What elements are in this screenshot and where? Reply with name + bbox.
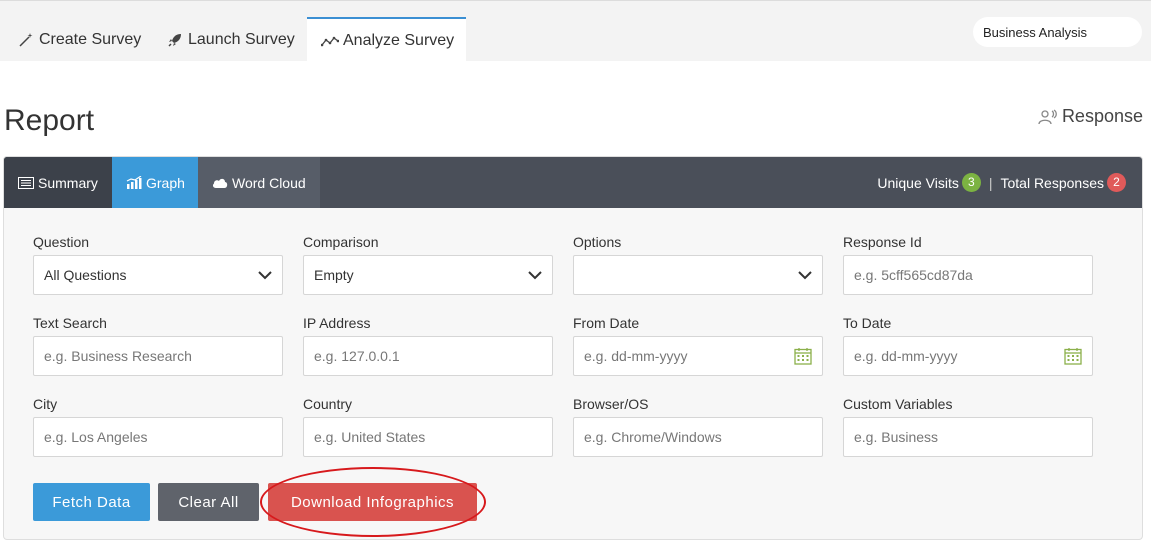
tab-analyze-survey-label: Analyze Survey bbox=[343, 31, 455, 49]
top-nav-bar: Create Survey Launch Survey Analyze Surv… bbox=[0, 0, 1151, 62]
browser-os-label: Browser/OS bbox=[573, 396, 649, 412]
from-date-label: From Date bbox=[573, 315, 640, 331]
to-date-label: To Date bbox=[843, 315, 892, 331]
response-link[interactable]: Response bbox=[1038, 106, 1143, 127]
stats-summary: Unique Visits 3 | Total Responses 2 bbox=[877, 157, 1126, 208]
comparison-value: Empty bbox=[314, 267, 354, 283]
total-responses-badge: 2 bbox=[1107, 173, 1126, 192]
city-label: City bbox=[33, 396, 58, 412]
from-date-placeholder: e.g. dd-mm-yyyy bbox=[584, 348, 688, 364]
users-icon bbox=[1038, 108, 1058, 125]
options-label: Options bbox=[573, 234, 622, 250]
chevron-down-icon bbox=[528, 270, 542, 280]
response-link-label: Response bbox=[1061, 106, 1143, 126]
tab-summary-label: Summary bbox=[38, 174, 98, 191]
response-id-input[interactable]: e.g. 5cff565cd87da bbox=[843, 255, 1093, 295]
tab-graph-label: Graph bbox=[146, 174, 185, 191]
cloud-icon bbox=[212, 177, 228, 189]
clear-all-button[interactable]: Clear All bbox=[158, 483, 259, 521]
tab-word-cloud[interactable]: Word Cloud bbox=[198, 157, 320, 208]
ip-address-filter: IP Address e.g. 127.0.0.1 bbox=[303, 315, 553, 376]
magic-wand-icon bbox=[17, 31, 35, 49]
comparison-select[interactable]: Empty bbox=[303, 255, 553, 295]
custom-variables-placeholder: e.g. Business bbox=[854, 429, 939, 445]
comparison-filter: Comparison Empty bbox=[303, 234, 553, 295]
text-search-input[interactable]: e.g. Business Research bbox=[33, 336, 283, 376]
tab-analyze-survey[interactable]: Analyze Survey bbox=[307, 17, 466, 62]
list-icon bbox=[18, 176, 34, 189]
tab-launch-survey-label: Launch Survey bbox=[188, 30, 295, 48]
city-input[interactable]: e.g. Los Angeles bbox=[33, 417, 283, 457]
text-search-label: Text Search bbox=[33, 315, 107, 331]
project-selector[interactable]: Business Analysis bbox=[973, 17, 1142, 47]
fetch-data-button[interactable]: Fetch Data bbox=[33, 483, 150, 521]
page-title: Report bbox=[4, 104, 95, 137]
custom-variables-input[interactable]: e.g. Business bbox=[843, 417, 1093, 457]
unique-visits-label: Unique Visits bbox=[877, 174, 959, 191]
country-label: Country bbox=[303, 396, 353, 412]
tab-create-survey[interactable]: Create Survey bbox=[17, 17, 141, 62]
ip-address-label: IP Address bbox=[303, 315, 371, 331]
from-date-filter: From Date e.g. dd-mm-yyyy bbox=[573, 315, 823, 376]
ip-address-placeholder: e.g. 127.0.0.1 bbox=[314, 348, 400, 364]
tab-create-survey-label: Create Survey bbox=[39, 30, 142, 48]
country-placeholder: e.g. United States bbox=[314, 429, 426, 445]
text-search-filter: Text Search e.g. Business Research bbox=[33, 315, 283, 376]
question-label: Question bbox=[33, 234, 90, 250]
response-id-placeholder: e.g. 5cff565cd87da bbox=[854, 267, 973, 283]
to-date-placeholder: e.g. dd-mm-yyyy bbox=[854, 348, 958, 364]
total-responses-label: Total Responses bbox=[1000, 174, 1104, 191]
tab-word-cloud-label: Word Cloud bbox=[232, 174, 306, 191]
to-date-input[interactable]: e.g. dd-mm-yyyy bbox=[843, 336, 1093, 376]
rocket-icon bbox=[166, 31, 184, 49]
city-placeholder: e.g. Los Angeles bbox=[44, 429, 148, 445]
line-chart-icon bbox=[321, 32, 339, 50]
tab-launch-survey[interactable]: Launch Survey bbox=[166, 17, 295, 62]
report-panel-header: Summary Graph Word Cloud Unique Visits 3… bbox=[4, 157, 1142, 208]
calendar-icon[interactable] bbox=[1064, 347, 1082, 365]
calendar-icon[interactable] bbox=[794, 347, 812, 365]
question-value: All Questions bbox=[44, 267, 127, 283]
comparison-label: Comparison bbox=[303, 234, 379, 250]
response-id-filter: Response Id e.g. 5cff565cd87da bbox=[843, 234, 1093, 295]
city-filter: City e.g. Los Angeles bbox=[33, 396, 283, 457]
text-search-placeholder: e.g. Business Research bbox=[44, 348, 192, 364]
options-select[interactable] bbox=[573, 255, 823, 295]
from-date-input[interactable]: e.g. dd-mm-yyyy bbox=[573, 336, 823, 376]
browser-os-placeholder: e.g. Chrome/Windows bbox=[584, 429, 722, 445]
chevron-down-icon bbox=[798, 270, 812, 280]
bar-chart-icon bbox=[126, 175, 142, 190]
unique-visits-badge: 3 bbox=[961, 173, 981, 192]
country-filter: Country e.g. United States bbox=[303, 396, 553, 457]
browser-os-input[interactable]: e.g. Chrome/Windows bbox=[573, 417, 823, 457]
question-filter: Question All Questions bbox=[33, 234, 283, 295]
tab-summary[interactable]: Summary bbox=[4, 157, 112, 208]
custom-variables-filter: Custom Variables e.g. Business bbox=[843, 396, 1093, 457]
highlight-annotation bbox=[260, 467, 486, 537]
to-date-filter: To Date e.g. dd-mm-yyyy bbox=[843, 315, 1093, 376]
browser-os-filter: Browser/OS e.g. Chrome/Windows bbox=[573, 396, 823, 457]
ip-address-input[interactable]: e.g. 127.0.0.1 bbox=[303, 336, 553, 376]
tab-graph[interactable]: Graph bbox=[112, 157, 198, 208]
options-filter: Options bbox=[573, 234, 823, 295]
country-input[interactable]: e.g. United States bbox=[303, 417, 553, 457]
response-id-label: Response Id bbox=[843, 234, 922, 250]
custom-variables-label: Custom Variables bbox=[843, 396, 953, 412]
question-select[interactable]: All Questions bbox=[33, 255, 283, 295]
stats-separator: | bbox=[988, 174, 993, 191]
chevron-down-icon bbox=[258, 270, 272, 280]
